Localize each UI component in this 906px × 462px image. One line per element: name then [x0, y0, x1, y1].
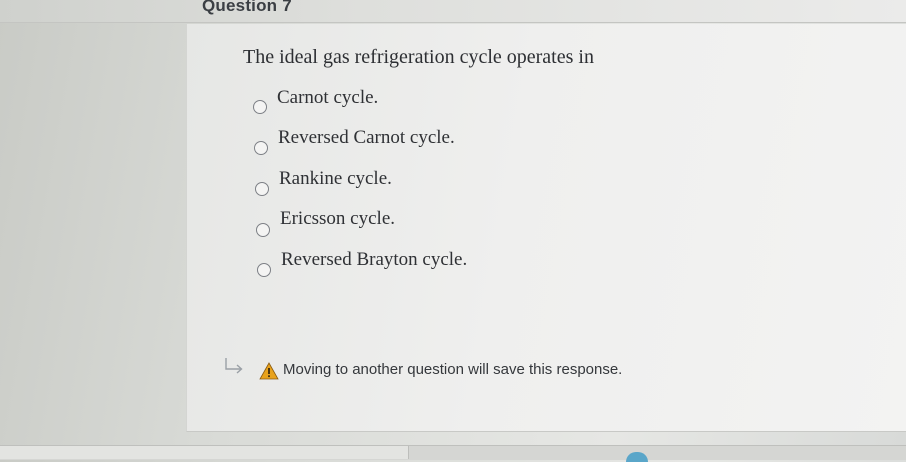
answer-option-carnot[interactable]: Carnot cycle. [250, 87, 430, 120]
bottom-panel [0, 446, 409, 459]
answer-option-rankine[interactable]: Rankine cycle. [251, 168, 431, 200]
radio-button[interactable] [255, 182, 269, 196]
answer-option-reversed-brayton[interactable]: Reversed Brayton cycle. [253, 249, 503, 281]
question-title: Question 7 [202, 0, 292, 15]
warning-icon [259, 362, 279, 380]
option-label: Ericsson cycle. [280, 208, 396, 229]
answer-option-reversed-carnot[interactable]: Reversed Carnot cycle. [250, 127, 490, 160]
question-header [0, 0, 906, 23]
notice-text: Moving to another question will save thi… [283, 361, 623, 378]
option-label: Reversed Carnot cycle. [278, 127, 455, 148]
radio-button[interactable] [256, 223, 270, 237]
quiz-page: Question 7 The ideal gas refrigeration c… [0, 0, 906, 462]
option-label: Rankine cycle. [279, 168, 392, 189]
radio-button[interactable] [253, 100, 267, 114]
radio-button[interactable] [257, 263, 271, 277]
answer-option-ericsson[interactable]: Ericsson cycle. [252, 208, 432, 240]
return-arrow-icon [225, 358, 243, 374]
save-notice: Moving to another question will save thi… [222, 356, 682, 382]
option-label: Reversed Brayton cycle. [281, 249, 468, 270]
radio-button[interactable] [254, 141, 268, 155]
option-label: Carnot cycle. [277, 87, 379, 108]
question-text: The ideal gas refrigeration cycle operat… [243, 46, 594, 68]
